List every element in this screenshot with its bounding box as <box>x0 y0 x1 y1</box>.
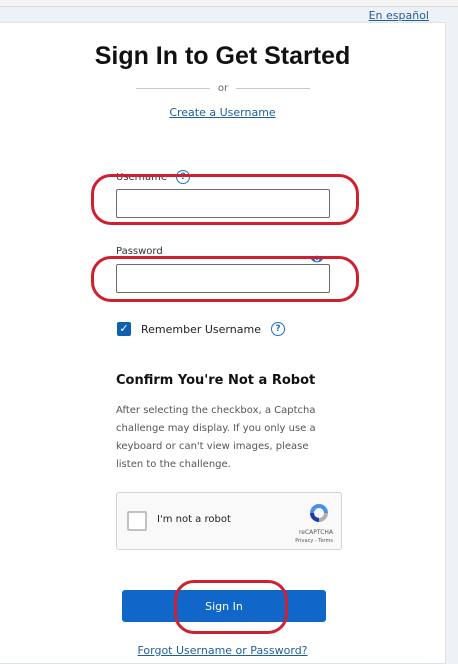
sign-in-button[interactable]: Sign In <box>122 590 326 622</box>
robot-instructions: After selecting the checkbox, a Captcha … <box>116 405 316 470</box>
browser-top-strip <box>0 0 458 7</box>
remember-username-row: ✓ Remember Username ? <box>117 322 285 336</box>
password-input[interactable] <box>116 264 330 293</box>
language-link[interactable]: En español <box>369 9 429 22</box>
or-divider: or <box>136 80 311 96</box>
page-title: Sign In to Get Started <box>94 42 351 70</box>
recaptcha-label: I'm not a robot <box>157 514 231 525</box>
recaptcha-privacy-terms[interactable]: Privacy - Terms <box>295 538 333 544</box>
robot-section-title: Confirm You're Not a Robot <box>116 373 316 388</box>
recaptcha-brand: reCAPTCHA <box>298 529 333 536</box>
recaptcha-widget: I'm not a robot reCAPTCHA Privacy - Term… <box>116 492 342 550</box>
divider-line-left <box>136 87 210 89</box>
password-label: Password <box>116 246 163 257</box>
forgot-username-password-link[interactable]: Forgot Username or Password? <box>0 644 445 657</box>
recaptcha-checkbox[interactable] <box>127 511 147 531</box>
or-text: or <box>217 82 229 94</box>
username-input[interactable] <box>116 189 330 218</box>
recaptcha-logo-icon <box>310 504 328 522</box>
show-password-eye-icon[interactable] <box>310 252 324 266</box>
divider-line-right <box>236 87 311 89</box>
username-label: Username <box>116 172 167 183</box>
remember-username-label: Remember Username <box>141 322 261 336</box>
remember-username-checkbox[interactable]: ✓ <box>117 322 131 336</box>
username-help-icon[interactable]: ? <box>176 170 191 184</box>
create-username-link[interactable]: Create a Username <box>0 106 445 119</box>
remember-help-icon[interactable]: ? <box>270 322 285 336</box>
username-label-row: Username ? <box>116 170 191 184</box>
